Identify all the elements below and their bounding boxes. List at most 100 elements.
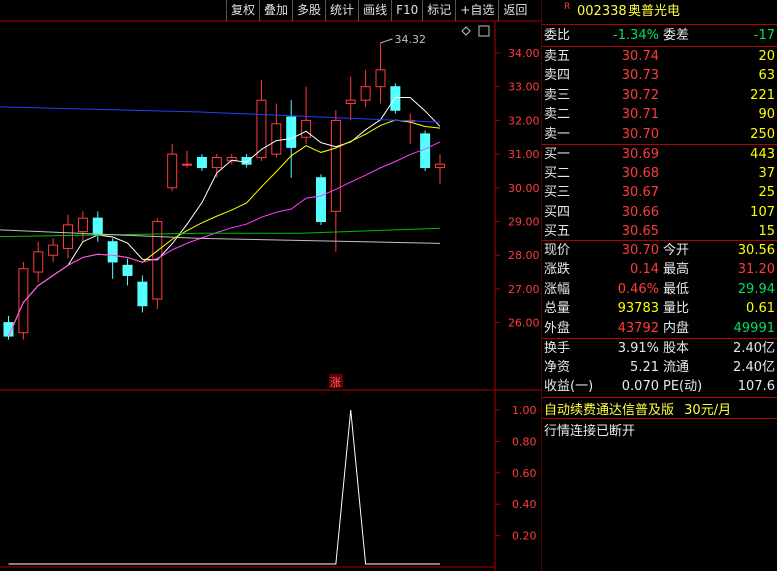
multi-stock-button[interactable]: 多股 — [292, 0, 325, 21]
stat-row: 外盘 43792 内盘 49991 — [542, 319, 777, 339]
bid-volume: 107 — [750, 204, 775, 220]
ask-volume: 20 — [758, 49, 775, 64]
y-tick-label: 32.00 — [508, 114, 540, 127]
stock-code: 002338 — [577, 4, 627, 19]
y-tick-label: 33.00 — [508, 81, 540, 94]
stat-value: 0.46% — [617, 281, 659, 297]
f10-button[interactable]: F10 — [391, 0, 422, 21]
restore-rights-button[interactable]: 复权 — [226, 0, 259, 21]
fund-row: 净资 5.21 流通 2.40亿 — [542, 358, 777, 378]
diamond-icon — [461, 26, 471, 36]
bid-row: 买三 30.67 25 — [542, 183, 777, 203]
ask-label: 卖三 — [544, 87, 571, 103]
stat-value: 29.94 — [737, 281, 775, 297]
bid-price: 30.68 — [621, 166, 659, 182]
bid-volume: 37 — [758, 166, 775, 182]
y-tick-label: 27.00 — [508, 283, 540, 296]
chart-toolbar: 复权 叠加 多股 统计 画线 F10 标记 +自选 返回 — [226, 0, 531, 21]
y-tick-label: 29.00 — [508, 216, 540, 229]
fund-row: 换手 3.91% 股本 2.40亿 — [542, 339, 777, 359]
mark-button[interactable]: 标记 — [422, 0, 455, 21]
y-tick-label: 30.00 — [508, 182, 540, 195]
candle-body — [92, 217, 103, 236]
candle-body — [271, 123, 282, 155]
ask-label: 卖四 — [544, 68, 571, 84]
stat-value: 30.56 — [737, 243, 775, 258]
stat-row: 涨跌 0.14 最高 31.20 — [542, 260, 777, 280]
ask-volume: 250 — [750, 126, 775, 142]
stat-value: 93783 — [617, 301, 659, 317]
indicator-tick-label: 0.40 — [512, 498, 537, 511]
fund-label: 收益(一) — [544, 379, 594, 395]
candle-body — [360, 86, 371, 101]
marker-label: 涨 — [330, 376, 341, 389]
bid-price: 30.65 — [621, 223, 659, 239]
fund-value: 2.40亿 — [733, 360, 775, 376]
indicator-line — [8, 409, 440, 565]
add-watchlist-button[interactable]: +自选 — [455, 0, 498, 21]
ma10-line — [8, 119, 441, 337]
ask-row: 卖一 30.70 250 — [542, 125, 777, 145]
weibi-row: 委比 -1.34% 委差 -17 — [542, 26, 777, 46]
fund-label: 流通 — [663, 360, 690, 376]
stat-row: 总量 93783 量比 0.61 — [542, 299, 777, 319]
stat-row: 涨幅 0.46% 最低 29.94 — [542, 280, 777, 300]
candle-body — [63, 224, 74, 249]
fund-row: 收益(一) 0.070 PE(动) 107.6 — [542, 377, 777, 397]
peak-pointer — [380, 38, 393, 44]
ask-label: 卖一 — [544, 126, 571, 142]
candle-body — [182, 163, 193, 166]
connection-status: 行情连接已断开 — [544, 424, 636, 439]
ask-price: 30.71 — [621, 107, 659, 123]
bid-volume: 15 — [758, 223, 775, 239]
candle-body — [77, 217, 88, 233]
fund-value: 0.070 — [621, 379, 659, 395]
ma250-line — [0, 106, 441, 123]
ask-price: 30.72 — [621, 87, 659, 103]
ask-volume: 63 — [758, 68, 775, 84]
indicator-tick-label: 1.00 — [512, 404, 537, 417]
weibi-value: -1.34% — [613, 28, 659, 43]
stat-label: 涨跌 — [544, 262, 571, 278]
bid-row: 买五 30.65 15 — [542, 222, 777, 242]
indicator-tick-label: 0.80 — [512, 435, 537, 448]
bid-price: 30.69 — [621, 147, 659, 162]
candle-body — [167, 153, 178, 189]
stat-label: 外盘 — [544, 320, 571, 336]
weibi-label: 委比 — [544, 28, 571, 43]
stat-label: 量比 — [663, 301, 690, 317]
bid-price: 30.66 — [621, 204, 659, 220]
bid-row: 买二 30.68 37 — [542, 164, 777, 184]
overlay-button[interactable]: 叠加 — [259, 0, 292, 21]
statistics-button[interactable]: 统计 — [325, 0, 358, 21]
candle-body — [107, 241, 118, 263]
ask-price: 30.73 — [621, 68, 659, 84]
back-button[interactable]: 返回 — [498, 0, 531, 21]
candle-body — [390, 86, 401, 111]
candle-body — [301, 119, 312, 138]
stat-label: 最高 — [663, 262, 690, 278]
candle-body — [375, 69, 386, 88]
ask-row: 卖二 30.71 90 — [542, 105, 777, 125]
candle-body — [137, 281, 148, 307]
margin-flag: R — [564, 2, 571, 12]
fund-label: PE(动) — [663, 379, 703, 395]
quote-panel: R 002338 奥普光电 委比 -1.34% 委差 -17 卖五 30.74 20… — [542, 0, 777, 571]
candle-body — [420, 133, 431, 169]
y-tick-label: 31.00 — [508, 148, 540, 161]
subscription-ad[interactable]: 自动续费通达信普及版 30元/月 — [544, 399, 731, 418]
fund-value: 5.21 — [630, 360, 659, 376]
kline-chart[interactable]: 34.00 33.00 32.00 31.00 30.00 29.00 28.00 27.00… — [0, 0, 542, 571]
ask-row: 卖四 30.73 63 — [542, 66, 777, 86]
y-tick-label: 26.00 — [508, 317, 540, 330]
candle-body — [330, 119, 341, 212]
ask-label: 卖二 — [544, 107, 571, 123]
ask-row: 卖三 30.72 221 — [542, 86, 777, 106]
draw-line-button[interactable]: 画线 — [358, 0, 391, 21]
fund-value: 107.6 — [737, 379, 775, 395]
bid-row: 买一 30.69 443 — [542, 145, 777, 165]
ad-text: 自动续费通达信普及版 — [544, 403, 675, 418]
fund-label: 净资 — [544, 360, 571, 376]
fund-label: 股本 — [663, 341, 690, 356]
bid-label: 买五 — [544, 223, 571, 239]
